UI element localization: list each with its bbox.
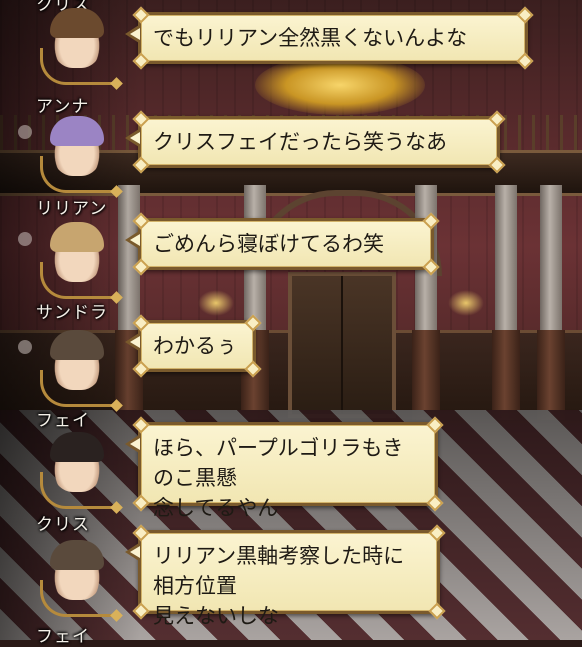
ornate-frame-icon — [40, 370, 117, 407]
pillar — [492, 185, 520, 420]
dot-icon — [18, 340, 32, 354]
message-text: クリスフェイだったら笑うなあ — [153, 130, 447, 154]
speaker-name: クリス — [36, 515, 90, 535]
message-text: わかるぅ — [153, 334, 237, 358]
character-portrait-icon[interactable] — [40, 432, 117, 509]
speech-bubble: わかるぅ — [125, 314, 262, 378]
speech-bubble: クリスフェイだったら笑うなあ — [125, 110, 506, 174]
ornate-frame-icon — [40, 580, 117, 617]
ornate-frame-icon — [40, 262, 117, 299]
hair — [50, 432, 104, 462]
wall-sconce — [448, 290, 484, 316]
speaker-name: フェイ — [36, 627, 90, 647]
character-portrait-icon[interactable] — [40, 8, 117, 85]
speaker-name: アンナ — [36, 97, 90, 117]
speaker-name: フェイ — [36, 411, 90, 431]
hair — [50, 116, 104, 146]
chandelier — [255, 55, 425, 115]
speaker-name: サンドラ — [36, 303, 108, 323]
hair — [50, 330, 104, 360]
hair — [50, 8, 104, 38]
hair — [50, 222, 104, 252]
ornate-frame-icon — [40, 472, 117, 509]
double-door — [288, 272, 396, 418]
dot-icon — [18, 232, 32, 246]
character-portrait-icon[interactable] — [40, 330, 117, 407]
character-portrait-icon[interactable] — [40, 222, 117, 299]
speech-bubble: リリアン黒軸考察した時に相方位置 見えないしな — [125, 524, 446, 628]
dot-icon — [18, 125, 32, 139]
ornate-frame-icon — [40, 156, 117, 193]
hair — [50, 540, 104, 570]
character-portrait-icon[interactable] — [40, 540, 117, 617]
message-text: ごめんら寝ぼけてるわ笑 — [153, 232, 384, 256]
speaker-name: リリアン — [36, 199, 108, 219]
message-text: でもリリアン全然黒くないんよな — [153, 26, 468, 50]
speech-bubble: でもリリアン全然黒くないんよな — [125, 6, 534, 70]
speech-bubble: ほら、パープルゴリラもきのこ黒懸 念してるやん — [125, 416, 444, 520]
pillar — [537, 185, 565, 420]
ornate-frame-icon — [40, 48, 117, 85]
speech-bubble: ごめんら寝ぼけてるわ笑 — [125, 212, 440, 276]
character-portrait-icon[interactable] — [40, 116, 117, 193]
wall-sconce — [198, 290, 234, 316]
